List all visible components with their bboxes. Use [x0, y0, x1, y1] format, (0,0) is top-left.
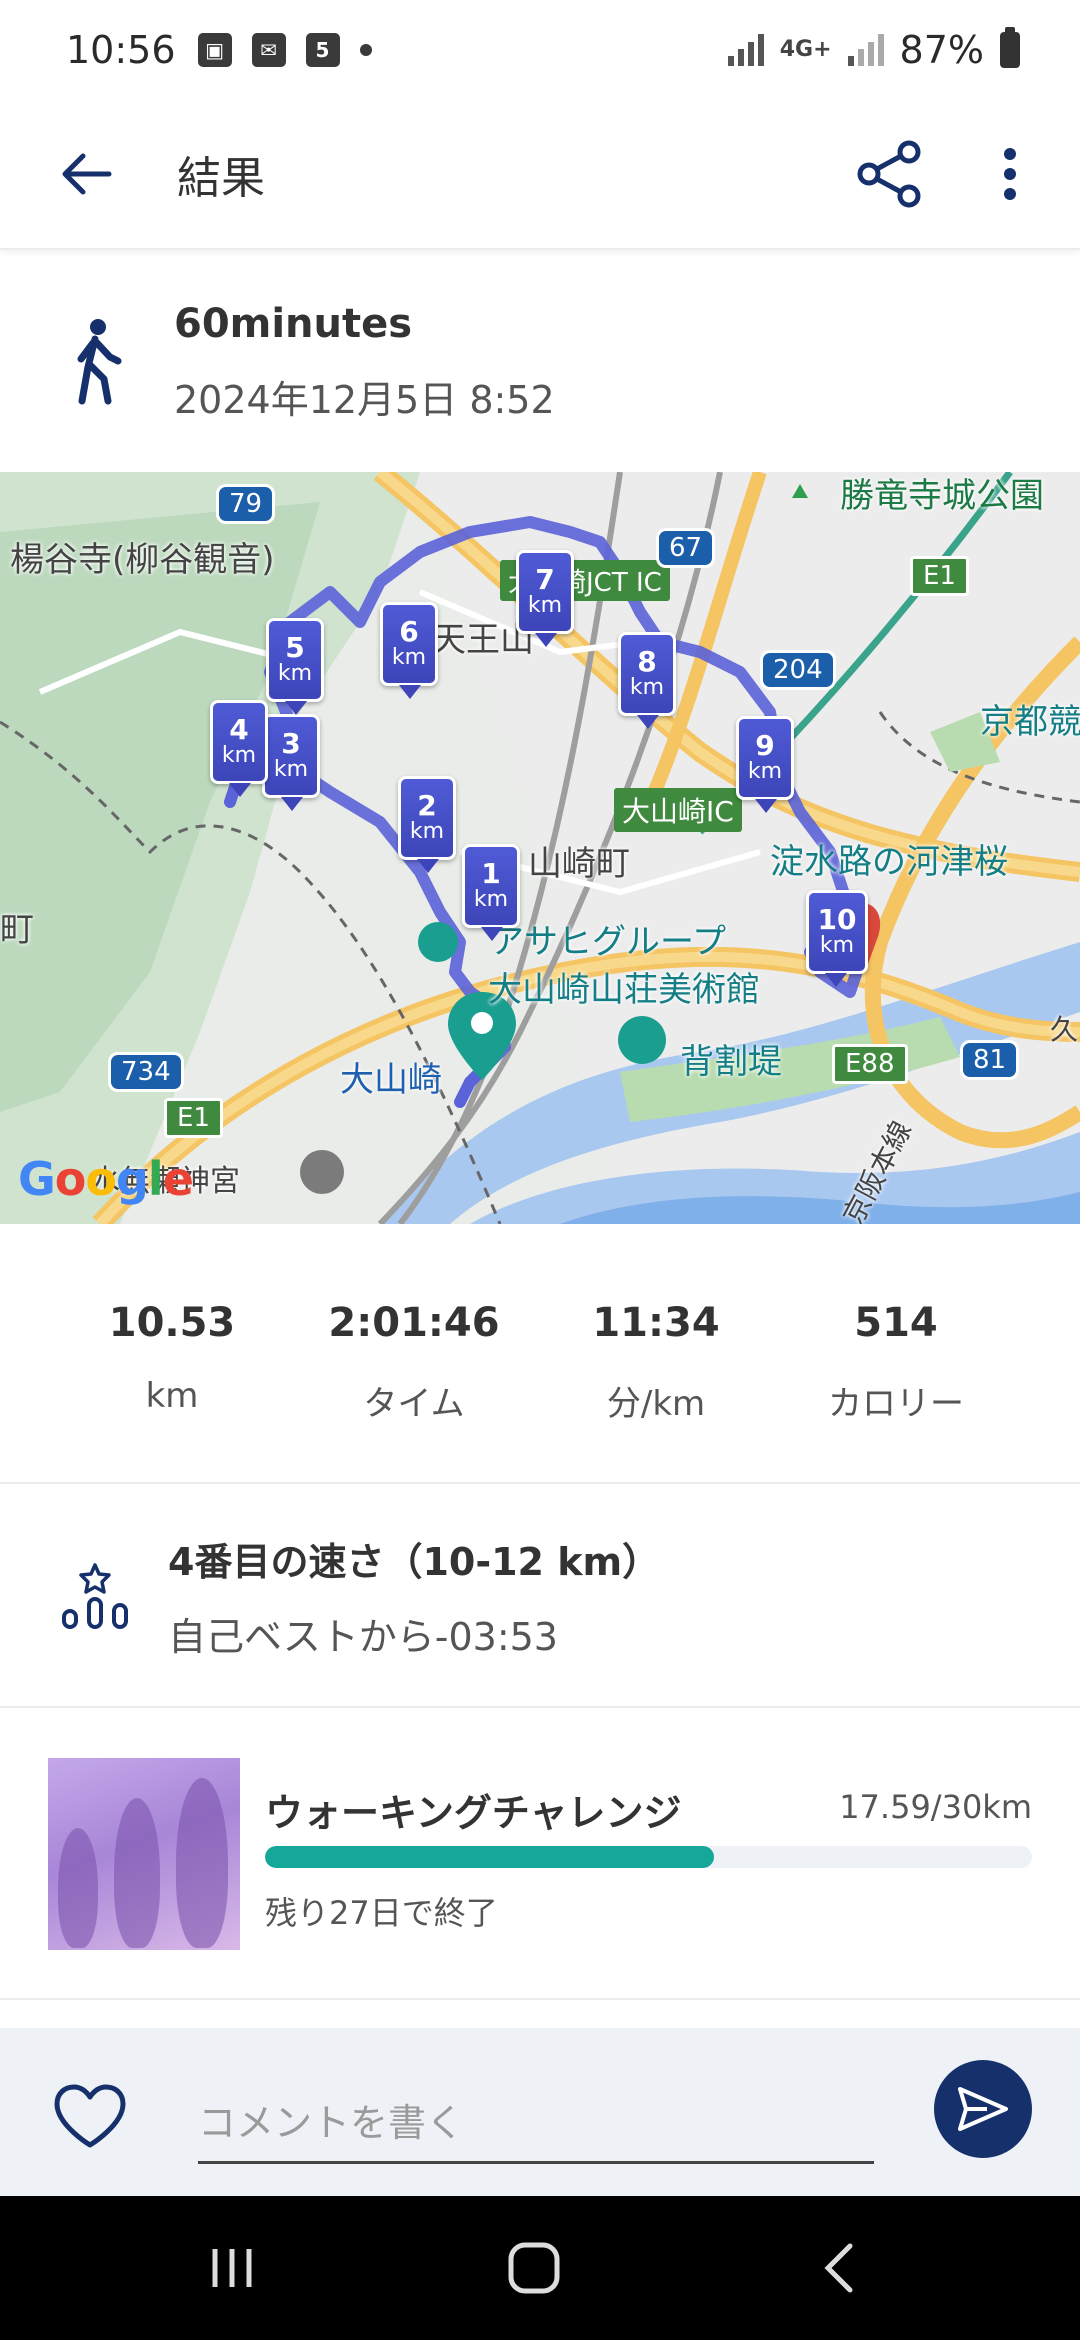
activity-header: 60minutes 2024年12月5日 8:52 — [0, 252, 1080, 472]
send-icon — [958, 2087, 1008, 2131]
expressway-sign: E1 — [910, 556, 969, 596]
signal-icon — [727, 34, 764, 66]
challenge-card[interactable]: ウォーキングチャレンジ 17.59/30km 残り27日で終了 — [0, 1710, 1080, 2000]
road-number-sign: 79 — [216, 484, 276, 524]
app-bar: 結果 — [0, 100, 1080, 250]
expressway-sign: E1 — [164, 1098, 223, 1138]
heart-icon — [54, 2084, 126, 2148]
more-options-button[interactable] — [980, 124, 1040, 224]
park-poi-icon — [618, 1016, 666, 1064]
challenge-progress-text: 17.59/30km — [839, 1788, 1032, 1826]
stat-calories: 514 カロリー — [776, 1300, 1016, 1425]
arrow-left-icon — [62, 153, 112, 195]
gallery-notification-icon: ▣ — [197, 33, 232, 67]
stat-value: 11:34 — [592, 1300, 720, 1346]
walking-icon — [77, 319, 122, 405]
share-icon — [857, 140, 921, 208]
map-label: 背割堤 — [680, 1042, 782, 1082]
km-marker-6[interactable]: 6 km — [380, 602, 438, 699]
museum-poi-icon — [418, 922, 458, 962]
road-number-sign: 734 — [108, 1052, 184, 1092]
map-label: 大山崎 — [340, 1060, 442, 1100]
notification-icons: ▣ ✉ 5 — [197, 33, 372, 67]
rank-info: 4番目の速さ（10-12 km） 自己ベストから-03:53 — [168, 1531, 660, 1661]
challenge-image — [48, 1758, 240, 1950]
more-notifications-dot-icon — [359, 44, 372, 56]
chevron-left-icon — [824, 2243, 853, 2293]
page-title: 結果 — [177, 153, 265, 204]
challenge-progress-bar — [265, 1846, 1032, 1868]
google-logo: Google — [18, 1152, 194, 1206]
stat-unit: km — [145, 1376, 199, 1416]
km-marker-3[interactable]: 3 km — [262, 714, 320, 811]
signal-2-icon — [847, 34, 884, 66]
home-button[interactable] — [484, 2226, 584, 2310]
km-marker-2[interactable]: 2 km — [398, 776, 456, 873]
km-marker-4[interactable]: 4 km — [210, 700, 268, 797]
status-right: 4G+ 87% — [727, 27, 1020, 72]
network-type: 4G+ — [779, 37, 832, 62]
rank-title: 4番目の速さ（10-12 km） — [168, 1540, 661, 1584]
km-marker-8[interactable]: 8 km — [618, 632, 676, 729]
activity-name: 60minutes — [174, 300, 413, 347]
personal-rank-row[interactable]: 4番目の速さ（10-12 km） 自己ベストから-03:53 — [0, 1486, 1080, 1708]
stat-unit: タイム — [363, 1384, 465, 1424]
challenge-title: ウォーキングチャレンジ — [265, 1791, 682, 1835]
road-number-sign: 67 — [656, 528, 716, 568]
road-number-sign: 204 — [760, 650, 836, 690]
like-button[interactable] — [50, 2076, 130, 2156]
road-number-sign: 81 — [960, 1040, 1020, 1080]
stat-unit: カロリー — [828, 1384, 964, 1424]
challenge-remaining: 残り27日で終了 — [265, 1894, 498, 1932]
ranking-icon — [62, 1563, 128, 1629]
status-time: 10:56 — [66, 28, 176, 72]
expressway-sign: E88 — [832, 1044, 908, 1084]
shrine-poi-icon — [300, 1150, 344, 1194]
battery-percent: 87% — [899, 28, 984, 72]
back-button[interactable] — [35, 124, 135, 224]
stat-value: 10.53 — [108, 1300, 236, 1346]
stat-distance: 10.53 km — [52, 1300, 292, 1416]
km-marker-10[interactable]: 10 km — [806, 890, 868, 987]
share-button[interactable] — [840, 124, 940, 224]
comment-bar — [0, 2028, 1080, 2196]
system-back-button[interactable] — [788, 2226, 888, 2310]
send-button[interactable] — [934, 2060, 1032, 2158]
map-label: 京都競 — [980, 702, 1080, 742]
battery-icon — [1000, 27, 1020, 68]
calendar-notification-icon: 5 — [305, 33, 340, 67]
route-map[interactable]: 楊谷寺(柳谷観音) 天王山 山崎町 アサヒグループ 大山崎山荘美術館 大山崎 背… — [0, 472, 1080, 1224]
ic-label: 大山崎IC — [614, 788, 742, 832]
activity-info: 60minutes 2024年12月5日 8:52 — [174, 301, 555, 424]
more-vert-icon — [1004, 148, 1016, 200]
km-marker-9[interactable]: 9 km — [736, 716, 794, 813]
km-marker-7[interactable]: 7 km — [516, 550, 574, 647]
stat-pace: 11:34 分/km — [536, 1300, 776, 1425]
activity-date: 2024年12月5日 8:52 — [174, 377, 555, 422]
recent-apps-button[interactable] — [182, 2226, 282, 2310]
map-label: アサヒグループ — [490, 922, 726, 962]
stat-value: 2:01:46 — [328, 1300, 500, 1346]
home-icon — [508, 2242, 560, 2294]
system-nav-bar — [0, 2196, 1080, 2340]
stat-value: 514 — [854, 1300, 938, 1346]
status-bar: 10:56 ▣ ✉ 5 4G+ 87% — [0, 0, 1080, 100]
stat-unit: 分/km — [606, 1384, 706, 1424]
challenge-progress-fill — [265, 1846, 715, 1868]
km-marker-1[interactable]: 1 km — [462, 844, 520, 941]
app-notification-icon: ✉ — [251, 33, 286, 67]
map-label: 淀水路の河津桜 — [770, 842, 1008, 882]
stat-time: 2:01:46 タイム — [294, 1300, 534, 1425]
map-label: 山崎町 — [528, 844, 630, 884]
map-label: 久 — [1050, 1013, 1079, 1046]
comment-input[interactable] — [198, 2084, 874, 2164]
map-label: 勝竜寺城公園 — [840, 476, 1044, 516]
stats-row: 10.53 km 2:01:46 タイム 11:34 分/km 514 カロリー — [0, 1224, 1080, 1484]
km-marker-5[interactable]: 5 km — [266, 618, 324, 715]
recents-icon — [212, 2249, 252, 2287]
rank-subtitle: 自己ベストから-03:53 — [168, 1615, 558, 1659]
map-label: 大山崎山荘美術館 — [488, 970, 760, 1010]
map-label: 楊谷寺(柳谷観音) — [10, 540, 275, 580]
map-label: 町 — [0, 910, 34, 950]
